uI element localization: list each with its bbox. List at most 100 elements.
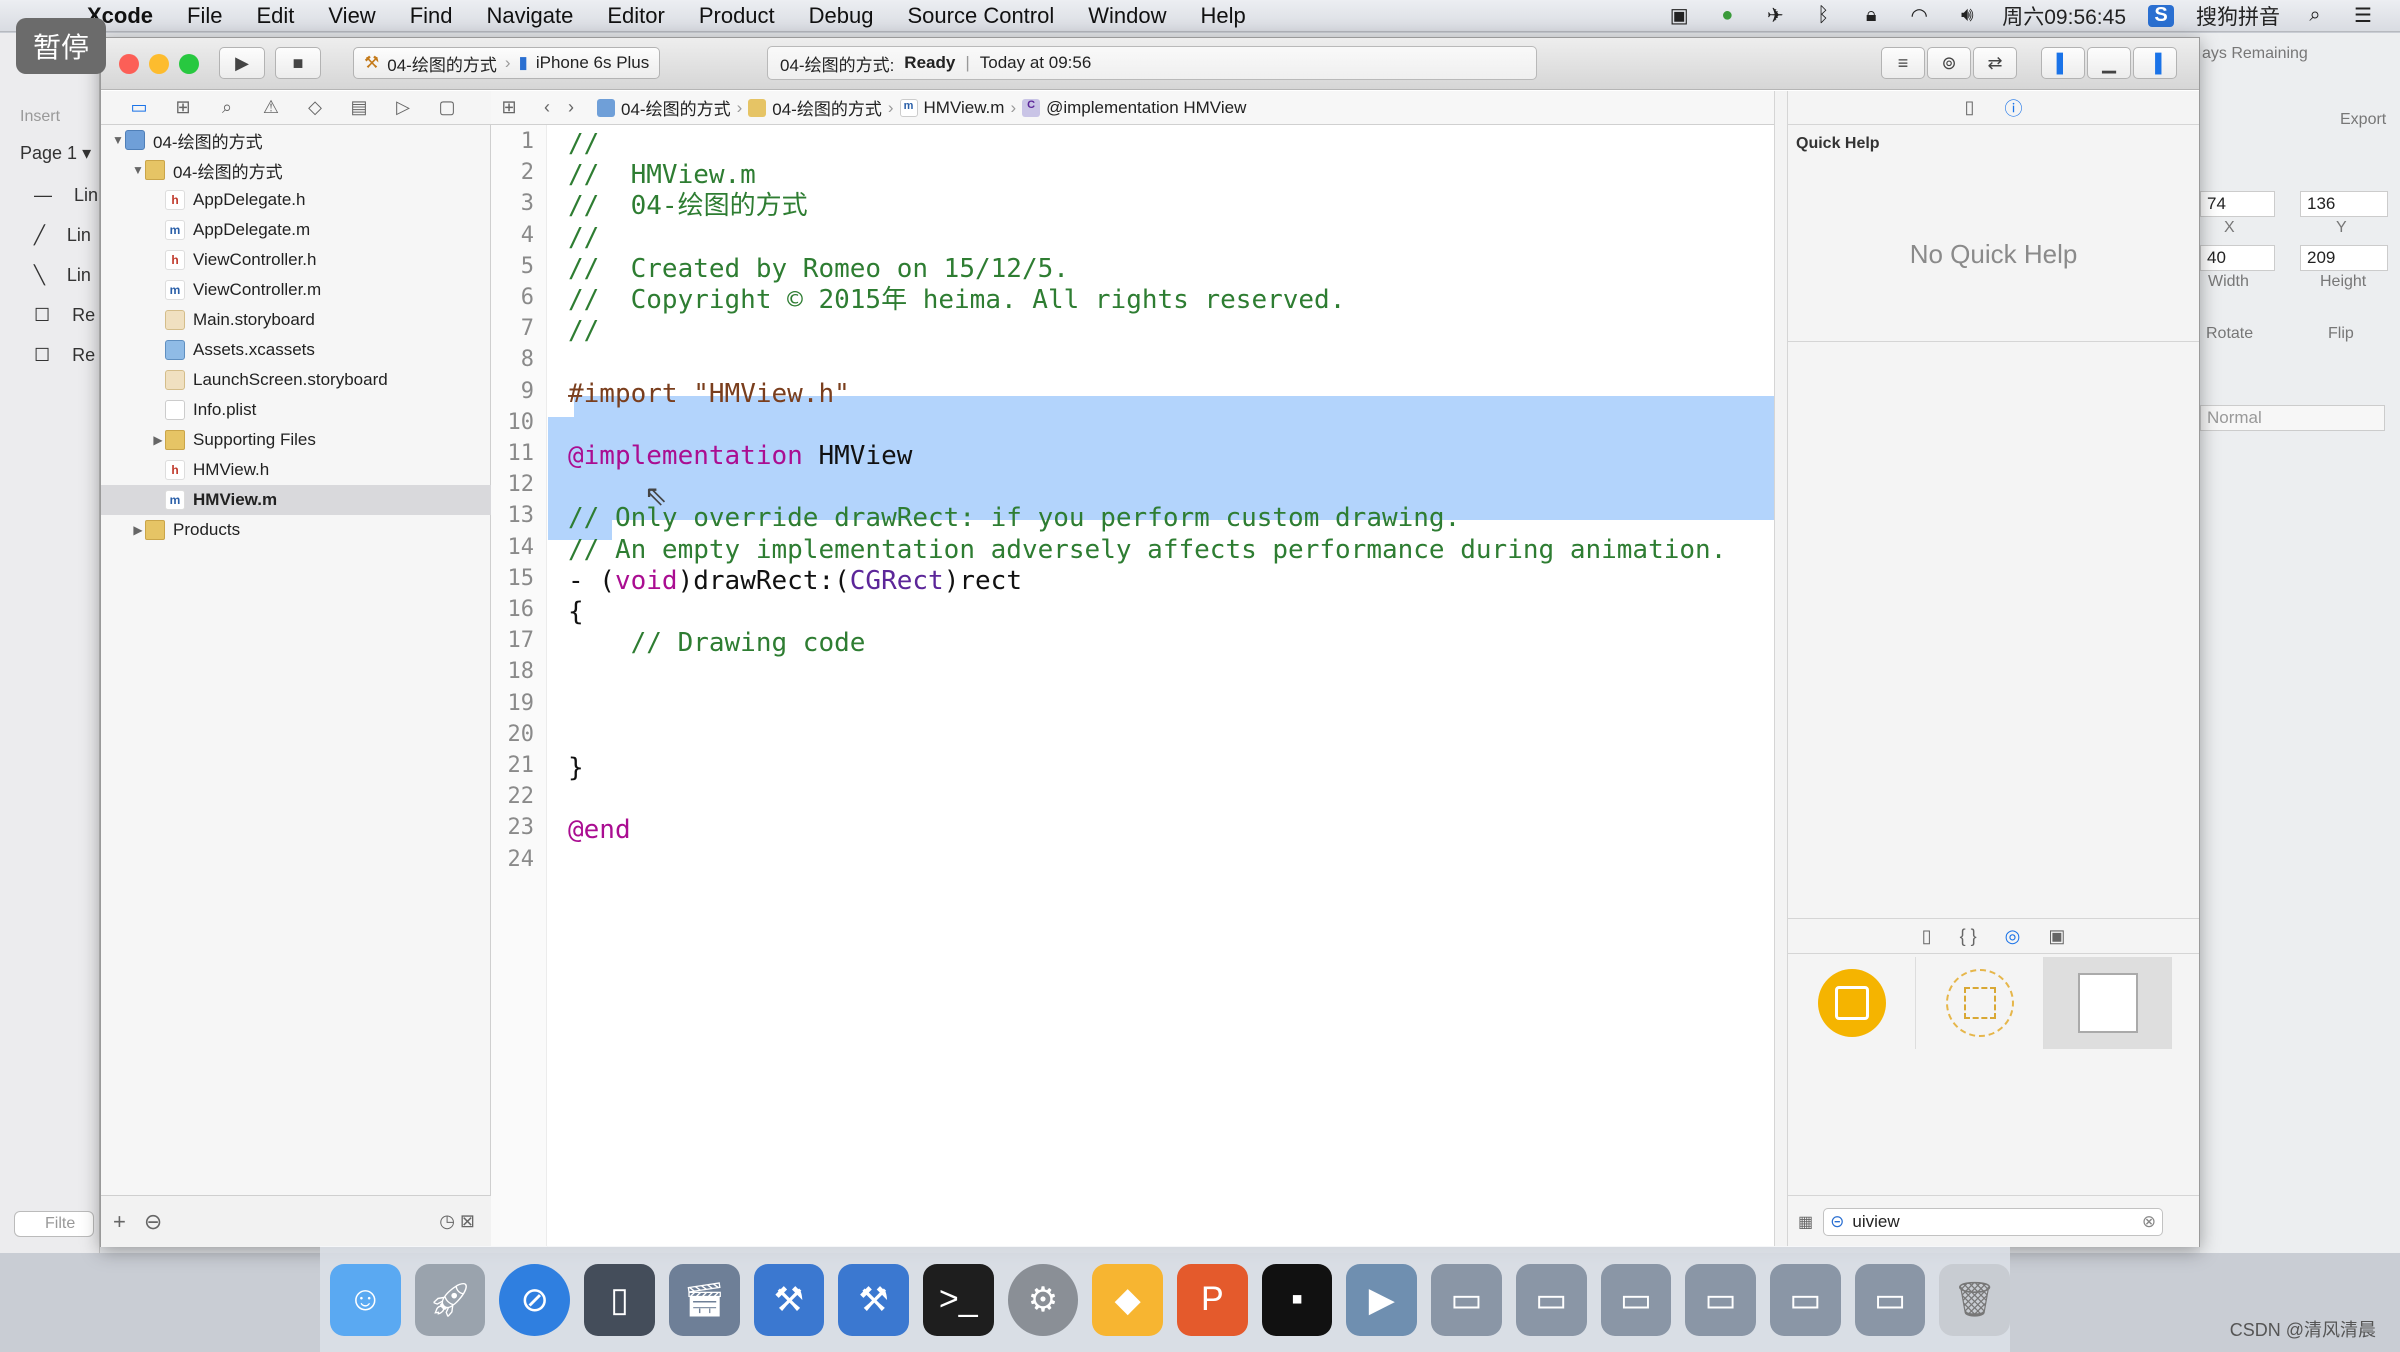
related-items-icon[interactable]: ⊞ xyxy=(497,97,521,119)
scheme-selector[interactable]: ⚒ 04-绘图的方式 › ▮ iPhone 6s Plus xyxy=(353,47,661,79)
finder-icon[interactable]: ☺ xyxy=(330,1263,401,1336)
navigator-row[interactable]: m HMView.m xyxy=(101,485,491,515)
status-green-icon[interactable]: ● xyxy=(1714,4,1740,27)
navigator-row[interactable]: Main.storyboard xyxy=(101,305,491,335)
source-editor[interactable]: ⇖ //// HMView.m// 04-绘图的方式//// Created b… xyxy=(548,125,1784,1247)
minimized-window-icon[interactable]: ▭ xyxy=(1600,1263,1672,1336)
code-line[interactable]: @implementation HMView xyxy=(568,441,912,472)
standard-editor-button[interactable]: ≡ xyxy=(1881,47,1925,79)
menu-window[interactable]: Window xyxy=(1071,3,1183,29)
page-selector[interactable]: Page 1 ▾ xyxy=(20,143,91,164)
quicktime-icon[interactable]: ▶ xyxy=(1346,1263,1418,1336)
menu-source-control[interactable]: Source Control xyxy=(891,3,1072,29)
code-line[interactable]: // Created by Romeo on 15/12/5. xyxy=(568,254,1069,285)
powerpoint-icon[interactable]: P xyxy=(1177,1263,1248,1336)
navigator-row[interactable]: m AppDelegate.m xyxy=(101,215,491,245)
disclosure-triangle-icon[interactable]: ▼ xyxy=(131,163,145,177)
screen-record-icon[interactable]: ▣ xyxy=(1666,5,1692,27)
toggle-debug-area-button[interactable]: ▁ xyxy=(2087,47,2131,79)
code-line[interactable]: } xyxy=(568,753,584,784)
version-editor-button[interactable]: ⇄ xyxy=(1973,47,2017,79)
code-line[interactable]: // 04-绘图的方式 xyxy=(568,191,808,222)
wifi-icon[interactable]: ◠ xyxy=(1906,5,1932,27)
navigator-row[interactable]: Assets.xcassets xyxy=(101,335,491,365)
movie-app-icon[interactable]: 🎬︎ xyxy=(668,1263,740,1336)
layer-item[interactable]: ╱ Lin xyxy=(34,225,91,246)
zoom-window-button[interactable] xyxy=(179,54,199,74)
code-line[interactable]: // Copyright © 2015年 heima. All rights r… xyxy=(568,285,1345,316)
layer-item[interactable]: ☐ Re xyxy=(34,305,95,326)
layer-item[interactable]: ╲ Lin xyxy=(34,265,91,286)
airplane-icon[interactable]: ✈ xyxy=(1762,5,1788,27)
terminal-icon[interactable]: >_ xyxy=(922,1263,994,1336)
minimize-window-button[interactable] xyxy=(149,54,169,74)
layer-filter-input[interactable]: Filte xyxy=(14,1211,94,1237)
breakpoint-icon[interactable]: ▷ xyxy=(391,97,415,119)
code-line[interactable]: // An empty implementation adversely aff… xyxy=(568,535,1726,566)
pause-overlay-button[interactable]: 暂停 xyxy=(16,18,106,74)
recent-files-icon[interactable]: ◷ ⊠ xyxy=(439,1211,475,1232)
minimized-window-icon[interactable]: ▭ xyxy=(1685,1263,1756,1336)
editor-splitter[interactable] xyxy=(1774,91,1788,1247)
test-icon[interactable]: ◇ xyxy=(303,97,327,119)
menubar-clock[interactable]: 周六09:56:45 xyxy=(2002,1,2126,31)
menu-help[interactable]: Help xyxy=(1184,3,1263,29)
navigator-row[interactable]: ▼ 04-绘图的方式 xyxy=(101,125,491,155)
code-line[interactable]: // Only override drawRect: if you perfor… xyxy=(568,503,1460,534)
library-item-view-controller[interactable] xyxy=(2044,957,2172,1049)
volume-icon[interactable]: 🔊︎ xyxy=(1954,4,1980,27)
disclosure-triangle-icon[interactable]: ▶ xyxy=(131,523,145,537)
file-inspector-icon[interactable]: ▯ xyxy=(1965,97,1975,118)
media-library-icon[interactable]: ▣ xyxy=(2048,926,2065,947)
back-icon[interactable]: ‹ xyxy=(535,97,559,119)
insert-label[interactable]: Insert xyxy=(20,108,60,126)
menu-view[interactable]: View xyxy=(311,3,392,29)
toggle-navigator-button[interactable]: ▌ xyxy=(2041,47,2085,79)
x-field[interactable]: 74 xyxy=(2200,191,2275,217)
system-preferences-icon[interactable]: ⚙ xyxy=(1007,1263,1079,1336)
debug-icon[interactable]: ▤ xyxy=(347,97,371,119)
code-line[interactable]: // xyxy=(568,223,599,254)
clear-icon[interactable]: ⊗ xyxy=(2142,1212,2156,1232)
input-method-icon[interactable]: S xyxy=(2148,4,2174,27)
forward-icon[interactable]: › xyxy=(559,97,583,119)
navigator-row[interactable]: h AppDelegate.h xyxy=(101,185,491,215)
filter-icon[interactable]: ⊖ xyxy=(144,1209,162,1235)
input-method-label[interactable]: 搜狗拼音 xyxy=(2196,1,2280,31)
exec-icon[interactable]: ▪ xyxy=(1261,1263,1333,1336)
minimized-window-icon[interactable]: ▭ xyxy=(1854,1263,1926,1336)
code-line[interactable]: { xyxy=(568,597,584,628)
close-window-button[interactable] xyxy=(119,54,139,74)
jump-symbol[interactable]: C @implementation HMView xyxy=(1022,98,1246,118)
layer-item[interactable]: ☐ Re xyxy=(34,345,95,366)
symbol-navigator-icon[interactable]: ⊞ xyxy=(171,97,195,119)
menu-find[interactable]: Find xyxy=(393,3,470,29)
menu-product[interactable]: Product xyxy=(682,3,792,29)
height-field[interactable]: 209 xyxy=(2300,245,2388,271)
simulator-icon[interactable]: ⚒ xyxy=(838,1263,909,1336)
folder-icon[interactable]: ▭ xyxy=(127,97,151,119)
navigator-row[interactable]: ▶ Supporting Files xyxy=(101,425,491,455)
spotlight-search-icon[interactable]: ⌕ xyxy=(2302,4,2328,27)
layer-item[interactable]: — Lin xyxy=(34,185,98,206)
library-item-container-view[interactable] xyxy=(1916,957,2044,1049)
bluetooth-icon[interactable]: ᛒ xyxy=(1810,4,1836,27)
menu-edit[interactable]: Edit xyxy=(239,3,311,29)
lock-icon[interactable]: 🔒︎ xyxy=(1858,4,1884,27)
file-template-icon[interactable]: ▯ xyxy=(1922,926,1932,947)
navigator-row[interactable]: LaunchScreen.storyboard xyxy=(101,365,491,395)
warning-icon[interactable]: ⚠ xyxy=(259,97,283,119)
code-line[interactable]: // Drawing code xyxy=(568,628,866,659)
minimized-window-icon[interactable]: ▭ xyxy=(1515,1263,1587,1336)
launchpad-icon[interactable]: 🚀︎ xyxy=(414,1263,486,1336)
trash-icon[interactable]: 🗑︎ xyxy=(1939,1263,2011,1336)
xcode-icon[interactable]: ⚒ xyxy=(753,1263,825,1336)
minimized-window-icon[interactable]: ▭ xyxy=(1769,1263,1841,1336)
quick-help-icon[interactable]: ⓘ xyxy=(2004,95,2022,121)
navigator-row[interactable]: ▼ 04-绘图的方式 xyxy=(101,155,491,185)
code-line[interactable]: // xyxy=(568,129,599,160)
code-line[interactable]: #import "HMView.h" xyxy=(568,379,850,410)
stop-button[interactable]: ■ xyxy=(275,47,321,79)
notification-center-icon[interactable]: ☰ xyxy=(2350,5,2376,27)
navigator-row[interactable]: Info.plist xyxy=(101,395,491,425)
